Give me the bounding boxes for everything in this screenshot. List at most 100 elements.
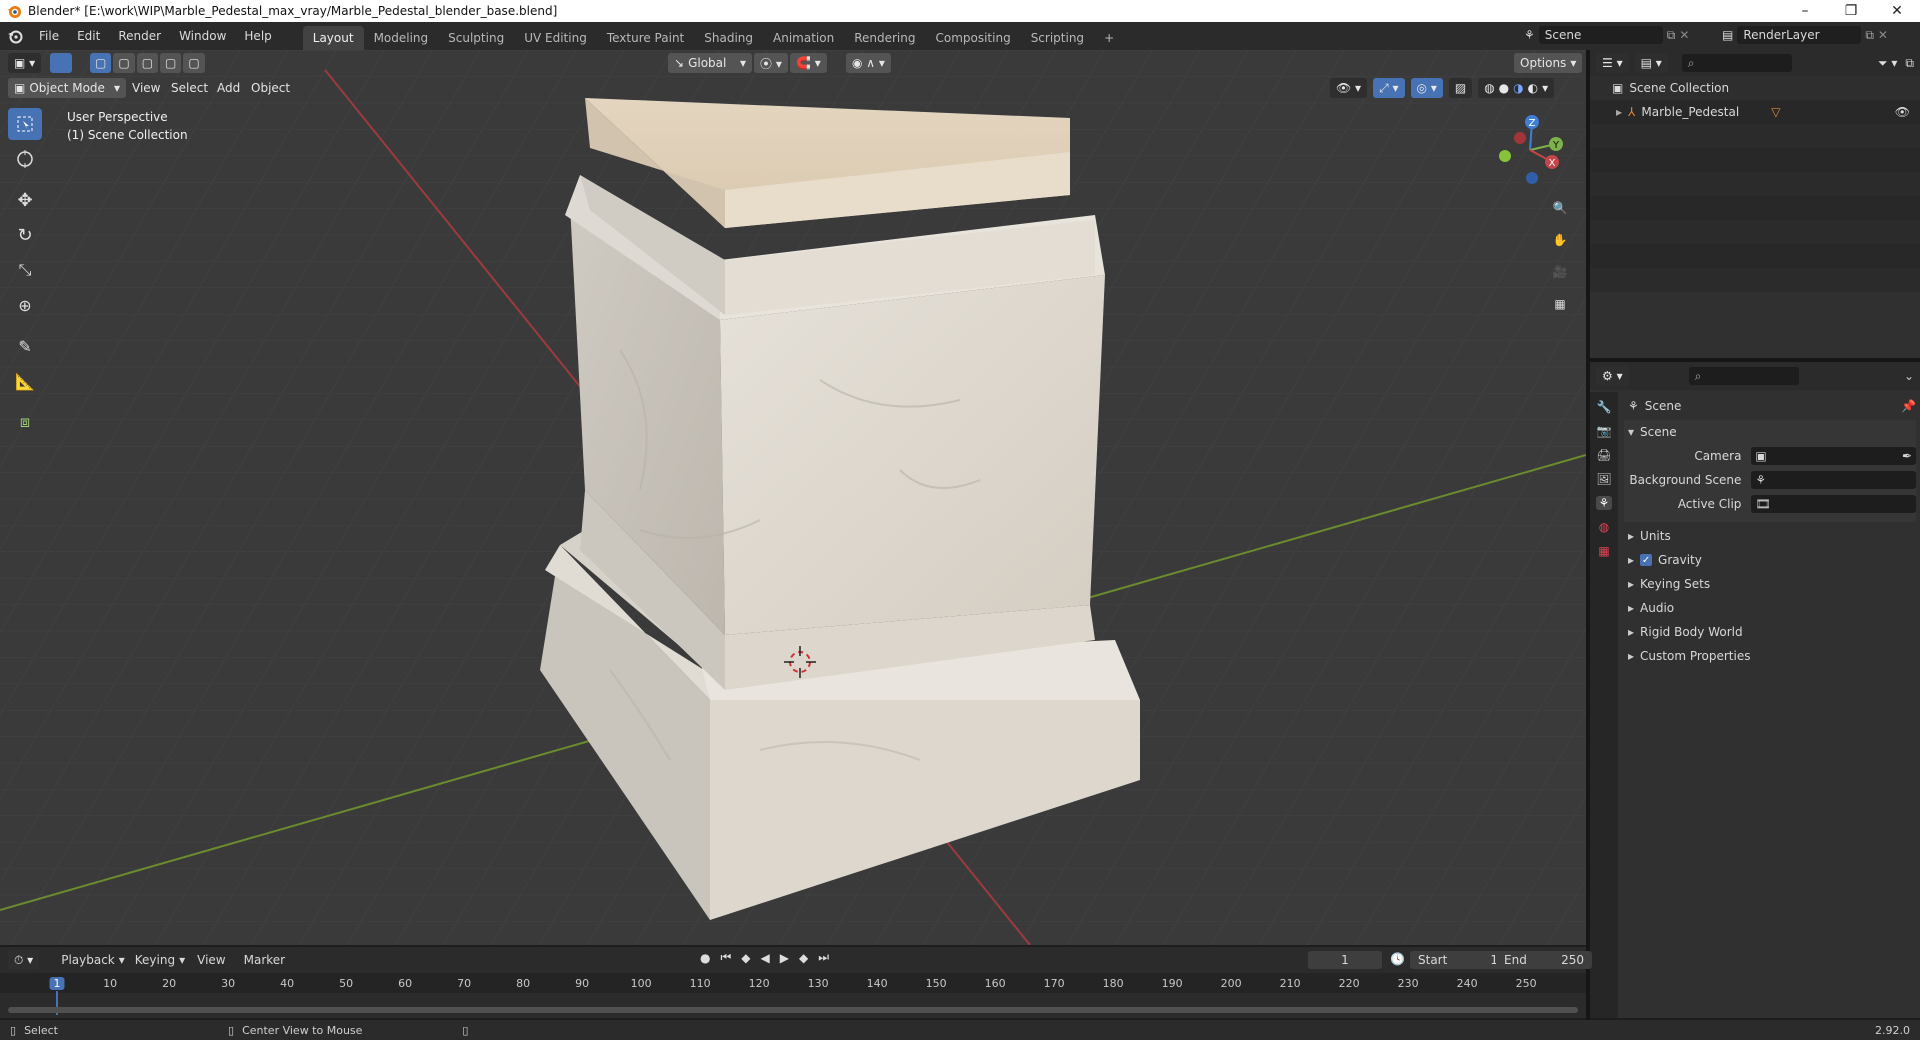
eyedropper-icon[interactable]: ✒ <box>1902 449 1912 463</box>
output-tab-icon[interactable]: 🖨 <box>1596 448 1611 462</box>
panel-custom-properties[interactable]: ▸ Custom Properties <box>1624 644 1916 668</box>
display-mode-dropdown[interactable]: ▤ ▾ <box>1634 53 1668 73</box>
tab-animation[interactable]: Animation <box>763 26 844 50</box>
wireframe-shading-icon[interactable]: ◍ <box>1484 81 1494 95</box>
tab-compositing[interactable]: Compositing <box>925 26 1020 50</box>
clock-icon[interactable]: 🕓 <box>1390 952 1405 966</box>
render-layer-icon[interactable]: ▤ <box>1722 28 1733 42</box>
menu-select[interactable]: Select <box>171 81 208 95</box>
tab-sculpting[interactable]: Sculpting <box>438 26 514 50</box>
select-invert-mode-icon[interactable]: ▢ <box>160 53 182 73</box>
proportional-edit-button[interactable]: ◉ ∧ ▾ <box>846 53 891 73</box>
menu-window[interactable]: Window <box>170 22 235 50</box>
menu-edit[interactable]: Edit <box>68 22 109 50</box>
eye-icon[interactable]: 👁 <box>1895 105 1910 119</box>
transform-orientation-dropdown[interactable]: ↘ Global ▾ <box>668 53 752 73</box>
annotate-tool[interactable]: ✎ <box>8 330 42 362</box>
scene-selector[interactable]: Scene <box>1538 26 1663 44</box>
view-layer-tab-icon[interactable]: 🖼 <box>1596 472 1611 486</box>
background-scene-field[interactable]: ⚘ <box>1751 471 1916 489</box>
xray-toggle[interactable]: ▨ <box>1448 78 1473 98</box>
select-box-tool[interactable] <box>8 108 42 140</box>
menu-help[interactable]: Help <box>235 22 280 50</box>
restore-button[interactable]: ❐ <box>1828 0 1874 22</box>
measure-tool[interactable]: 📐 <box>8 365 42 397</box>
outliner-editor-type[interactable]: ☰ ▾ <box>1596 53 1629 73</box>
zoom-icon[interactable]: 🔍 <box>1548 196 1572 220</box>
menu-timeline-view[interactable]: View <box>197 953 225 967</box>
visibility-dropdown[interactable]: 👁 ▾ <box>1330 78 1368 98</box>
object-mode-dropdown[interactable]: ▣ Object Mode ▾ <box>8 78 126 98</box>
properties-search-input[interactable]: ⌕ <box>1688 367 1799 385</box>
add-workspace-button[interactable]: + <box>1094 26 1124 50</box>
new-scene-icon[interactable]: ⧉ <box>1667 28 1676 43</box>
mesh-data-icon[interactable]: ▽ <box>1771 105 1780 119</box>
start-frame-field[interactable]: Start 1 <box>1410 951 1506 969</box>
tab-uv-editing[interactable]: UV Editing <box>514 26 597 50</box>
panel-units[interactable]: ▸ Units <box>1624 524 1916 548</box>
end-frame-field[interactable]: End 250 <box>1496 951 1592 969</box>
options-button[interactable]: Options ▾ <box>1514 53 1583 73</box>
chevron-down-icon[interactable]: ▾ <box>1542 81 1548 95</box>
delete-layer-icon[interactable]: ✕ <box>1878 28 1888 42</box>
pin-icon[interactable]: 📌 <box>1901 399 1916 413</box>
jump-end-icon[interactable]: ⏭ <box>818 950 829 965</box>
camera-field[interactable]: ▣ ✒ <box>1751 447 1916 465</box>
navigation-gizmo[interactable]: Z Y X <box>1490 110 1570 190</box>
prev-keyframe-icon[interactable]: ◆ <box>741 951 750 965</box>
ortho-toggle-icon[interactable]: ▦ <box>1548 292 1572 316</box>
pivot-point-button[interactable]: ⦿ ▾ <box>754 53 788 73</box>
solid-shading-icon[interactable]: ● <box>1499 81 1509 95</box>
material-preview-icon[interactable]: ◑ <box>1513 81 1523 95</box>
tab-layout[interactable]: Layout <box>302 26 364 50</box>
menu-add[interactable]: Add <box>217 81 240 95</box>
select-tool-button[interactable] <box>50 53 72 73</box>
new-layer-icon[interactable]: ⧉ <box>1865 28 1874 43</box>
rotate-tool[interactable]: ↻ <box>8 219 42 251</box>
select-intersect-mode-icon[interactable]: ▢ <box>183 53 205 73</box>
outliner-row-marble-pedestal[interactable]: ▸ ⅄ Marble_Pedestal ▽ 👁 <box>1590 100 1920 124</box>
add-cube-tool[interactable]: ⧈ <box>8 406 42 438</box>
active-clip-field[interactable]: 🎞 <box>1751 495 1916 513</box>
panel-rigid-body-world[interactable]: ▸ Rigid Body World <box>1624 620 1916 644</box>
scene-icon[interactable]: ⚘ <box>1524 28 1535 42</box>
jump-start-icon[interactable]: ⏮ <box>720 950 731 965</box>
menu-keying[interactable]: Keying <box>135 953 175 967</box>
panel-audio[interactable]: ▸ Audio <box>1624 596 1916 620</box>
menu-playback[interactable]: Playback <box>61 953 115 967</box>
next-keyframe-icon[interactable]: ◆ <box>799 951 808 965</box>
chevron-down-icon[interactable]: ⌄ <box>1904 369 1914 383</box>
snap-toggle-button[interactable]: 🧲 ▾ <box>790 53 827 73</box>
select-subtract-mode-icon[interactable]: ▢ <box>136 53 159 73</box>
rendered-shading-icon[interactable]: ◐ <box>1528 81 1538 95</box>
play-reverse-icon[interactable]: ◀ <box>761 951 770 965</box>
gravity-checkbox[interactable]: ✓ <box>1640 554 1653 566</box>
play-icon[interactable]: ▶ <box>780 951 789 965</box>
menu-view[interactable]: View <box>132 81 160 95</box>
tab-texture-paint[interactable]: Texture Paint <box>597 26 694 50</box>
panel-scene-header[interactable]: ▾ Scene <box>1624 420 1916 444</box>
menu-render[interactable]: Render <box>109 22 170 50</box>
select-new-mode-icon[interactable]: ▢ <box>90 53 112 73</box>
menu-marker[interactable]: Marker <box>244 953 285 967</box>
transform-tool[interactable]: ⊕ <box>8 289 42 321</box>
timeline-scrollbar[interactable] <box>8 1007 1578 1013</box>
outliner-search-input[interactable]: ⌕ <box>1681 54 1792 72</box>
3d-viewport[interactable] <box>0 50 1586 945</box>
gizmo-toggle[interactable]: ⤢ ▾ <box>1373 78 1405 98</box>
menu-file[interactable]: File <box>30 22 68 50</box>
tab-modeling[interactable]: Modeling <box>364 26 439 50</box>
scale-tool[interactable]: ⤡ <box>8 254 42 286</box>
cursor-tool[interactable] <box>8 143 42 175</box>
scene-tab-icon[interactable]: ⚘ <box>1595 496 1613 510</box>
panel-keying-sets[interactable]: ▸ Keying Sets <box>1624 572 1916 596</box>
record-icon[interactable]: ● <box>700 951 710 965</box>
editor-type-button[interactable]: ▣ ▾ <box>8 53 42 73</box>
texture-tab-icon[interactable]: ▦ <box>1598 544 1609 558</box>
properties-editor-type[interactable]: ⚙ ▾ <box>1596 366 1629 386</box>
expand-arrow-icon[interactable]: ▸ <box>1616 105 1622 119</box>
world-tab-icon[interactable]: ◍ <box>1599 520 1609 534</box>
close-button[interactable]: ✕ <box>1874 0 1920 22</box>
renderlayer-selector[interactable]: RenderLayer <box>1737 26 1862 44</box>
new-collection-icon[interactable]: ⧉ <box>1905 56 1914 71</box>
